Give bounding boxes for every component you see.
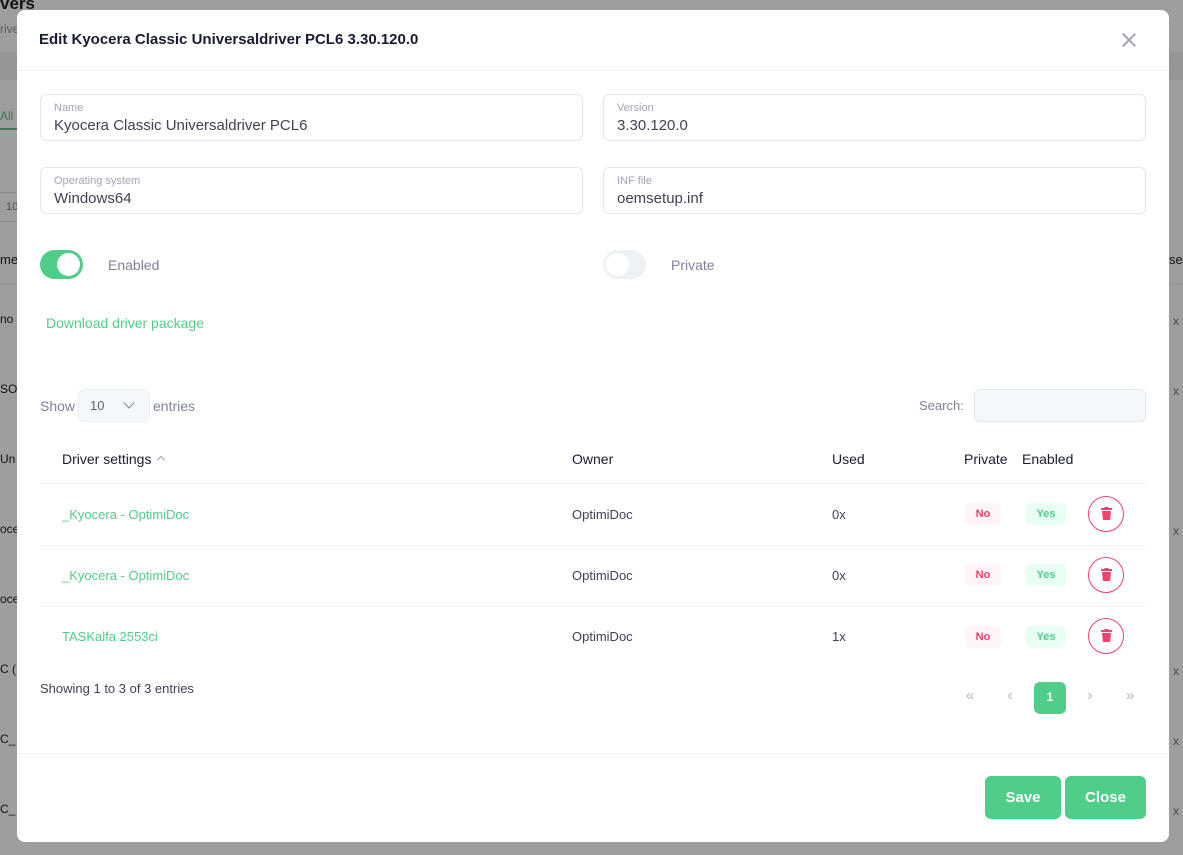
enabled-badge: Yes bbox=[1026, 564, 1066, 586]
row-divider bbox=[40, 606, 1146, 607]
enabled-badge: Yes bbox=[1026, 503, 1066, 525]
toggle-knob bbox=[57, 253, 80, 276]
save-button[interactable]: Save bbox=[985, 776, 1061, 819]
pagination-last-button[interactable]: » bbox=[1114, 682, 1146, 714]
download-driver-package-link[interactable]: Download driver package bbox=[46, 315, 204, 331]
delete-button[interactable] bbox=[1088, 618, 1124, 654]
driver-setting-link[interactable]: _Kyocera - OptimiDoc bbox=[62, 507, 189, 522]
version-field-label: Version bbox=[617, 102, 654, 114]
used-cell: 0x bbox=[832, 568, 846, 583]
operating-system-field[interactable]: Operating system Windows64 bbox=[40, 167, 583, 214]
name-field-value: Kyocera Classic Universaldriver PCL6 bbox=[54, 117, 308, 134]
entries-select-value: 10 bbox=[90, 398, 105, 413]
private-toggle-label: Private bbox=[671, 257, 715, 273]
used-cell: 1x bbox=[832, 629, 846, 644]
inf-file-field[interactable]: INF file oemsetup.inf bbox=[603, 167, 1146, 214]
close-icon[interactable] bbox=[1117, 28, 1141, 52]
table-header-divider bbox=[40, 483, 1146, 484]
column-header-enabled[interactable]: Enabled bbox=[1022, 451, 1073, 467]
private-badge: No bbox=[965, 564, 1001, 586]
modal-footer-divider bbox=[17, 753, 1169, 754]
owner-cell: OptimiDoc bbox=[572, 629, 633, 644]
driver-setting-link[interactable]: TASKalfa 2553ci bbox=[62, 629, 158, 644]
edit-driver-modal: Edit Kyocera Classic Universaldriver PCL… bbox=[17, 10, 1169, 842]
column-header-owner[interactable]: Owner bbox=[572, 451, 613, 467]
inf-field-value: oemsetup.inf bbox=[617, 190, 703, 207]
modal-title: Edit Kyocera Classic Universaldriver PCL… bbox=[39, 31, 419, 48]
trash-icon bbox=[1101, 507, 1112, 520]
entries-select[interactable]: 10 bbox=[78, 389, 150, 422]
pagination-next-button[interactable]: › bbox=[1074, 682, 1106, 714]
os-field-value: Windows64 bbox=[54, 190, 132, 207]
enabled-badge: Yes bbox=[1026, 626, 1066, 648]
column-header-driver-settings[interactable]: Driver settings bbox=[62, 451, 166, 467]
private-toggle[interactable] bbox=[603, 250, 646, 279]
entries-label: entries bbox=[153, 398, 196, 414]
column-header-label: Driver settings bbox=[62, 451, 152, 467]
trash-icon bbox=[1101, 568, 1112, 581]
delete-button[interactable] bbox=[1088, 557, 1124, 593]
used-cell: 0x bbox=[832, 507, 846, 522]
pagination-first-button[interactable]: « bbox=[954, 682, 986, 714]
version-field[interactable]: Version 3.30.120.0 bbox=[603, 94, 1146, 141]
private-badge: No bbox=[965, 503, 1001, 525]
toggle-knob bbox=[606, 253, 629, 276]
pagination-prev-button[interactable]: ‹ bbox=[994, 682, 1026, 714]
delete-button[interactable] bbox=[1088, 496, 1124, 532]
chevron-down-icon bbox=[123, 397, 135, 409]
column-header-used[interactable]: Used bbox=[832, 451, 865, 467]
sort-asc-icon bbox=[157, 455, 166, 465]
private-badge: No bbox=[965, 626, 1001, 648]
search-label: Search: bbox=[919, 398, 964, 413]
row-divider bbox=[40, 545, 1146, 546]
version-field-value: 3.30.120.0 bbox=[617, 117, 688, 134]
owner-cell: OptimiDoc bbox=[572, 507, 633, 522]
pagination-page-1[interactable]: 1 bbox=[1034, 682, 1066, 714]
os-field-label: Operating system bbox=[54, 175, 141, 187]
owner-cell: OptimiDoc bbox=[572, 568, 633, 583]
name-field-label: Name bbox=[54, 102, 84, 114]
modal-header: Edit Kyocera Classic Universaldriver PCL… bbox=[17, 10, 1169, 71]
close-button[interactable]: Close bbox=[1065, 776, 1146, 819]
trash-icon bbox=[1101, 629, 1112, 642]
driver-setting-link[interactable]: _Kyocera - OptimiDoc bbox=[62, 568, 189, 583]
table-info: Showing 1 to 3 of 3 entries bbox=[40, 681, 194, 696]
enabled-toggle[interactable] bbox=[40, 250, 83, 279]
inf-field-label: INF file bbox=[617, 175, 652, 187]
name-field[interactable]: Name Kyocera Classic Universaldriver PCL… bbox=[40, 94, 583, 141]
show-label: Show bbox=[40, 398, 76, 414]
column-header-private[interactable]: Private bbox=[964, 451, 1008, 467]
search-input[interactable] bbox=[974, 389, 1146, 422]
enabled-toggle-label: Enabled bbox=[108, 257, 160, 273]
